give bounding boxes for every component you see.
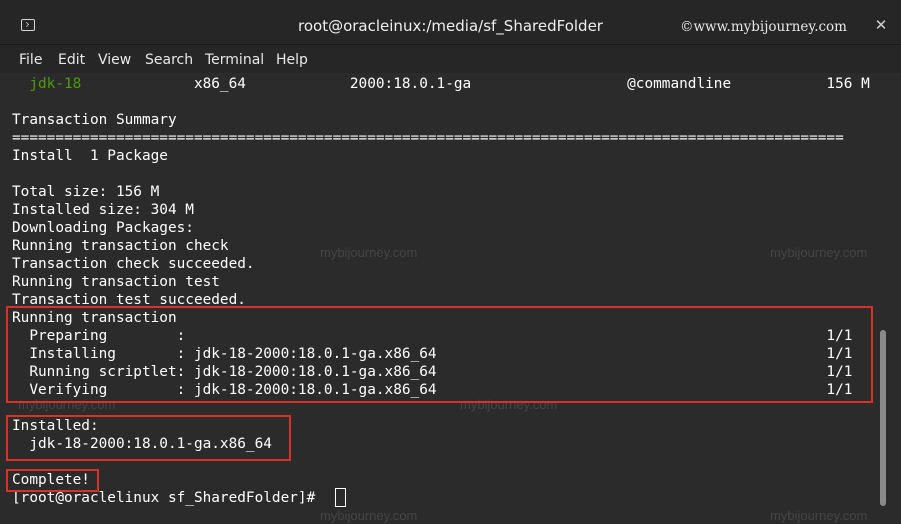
terminal-line: Total size: 156 M: [12, 184, 160, 200]
package-name: jdk-18: [29, 76, 82, 92]
terminal-line: jdk-18 x86_64 2000:18.0.1-ga @commandlin…: [29, 76, 870, 92]
terminal-separator: ========================================…: [12, 130, 844, 146]
terminal-line: Transaction check succeeded.: [12, 256, 255, 272]
highlight-box-installed: [6, 415, 291, 461]
terminal-line: Running transaction check: [12, 238, 229, 254]
menu-help[interactable]: Help: [276, 52, 308, 68]
close-icon[interactable]: ✕: [873, 17, 889, 33]
watermark-text: mybijourney.com: [320, 508, 418, 523]
scrollbar-thumb[interactable]: [880, 330, 886, 506]
terminal-line: Downloading Packages:: [12, 220, 194, 236]
terminal-line: Running transaction test: [12, 274, 220, 290]
menu-view[interactable]: View: [98, 52, 131, 68]
menu-terminal[interactable]: Terminal: [205, 52, 264, 68]
menu-edit[interactable]: Edit: [58, 52, 85, 68]
title-bar: root@oracleinux:/media/sf_SharedFolder ©…: [0, 0, 901, 45]
highlight-box-transaction: [6, 306, 873, 403]
terminal-line: Installed size: 304 M: [12, 202, 194, 218]
menu-search[interactable]: Search: [145, 52, 193, 68]
watermark-text: mybijourney.com: [320, 245, 418, 260]
watermark-text: mybijourney.com: [770, 508, 868, 523]
highlight-box-complete: [6, 469, 99, 492]
watermark-text: mybijourney.com: [770, 245, 868, 260]
text-cursor: [335, 488, 346, 507]
watermark-text: ©www.mybijourney.com: [679, 19, 847, 35]
terminal-line: Transaction Summary: [12, 112, 177, 128]
menu-file[interactable]: File: [19, 52, 42, 68]
terminal-line: Install 1 Package: [12, 148, 168, 164]
menu-bar: File Edit View Search Terminal Help: [0, 45, 901, 73]
